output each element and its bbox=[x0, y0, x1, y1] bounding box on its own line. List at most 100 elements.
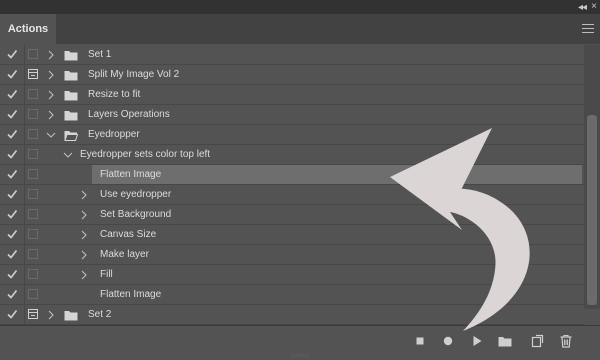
folder-icon bbox=[64, 49, 78, 61]
action-set-row[interactable]: Resize to fit bbox=[0, 85, 584, 105]
chevron-right-icon[interactable] bbox=[79, 189, 89, 201]
dialog-toggle-icon[interactable] bbox=[28, 249, 38, 259]
chevron-down-icon[interactable] bbox=[46, 129, 56, 141]
column-divider bbox=[24, 85, 25, 105]
chevron-right-icon[interactable] bbox=[46, 309, 56, 321]
dialog-toggle-icon[interactable] bbox=[28, 129, 38, 139]
action-set-row[interactable]: Set 1 bbox=[0, 45, 584, 65]
scrollbar-thumb[interactable] bbox=[587, 115, 597, 305]
chevron-right-icon[interactable] bbox=[79, 269, 89, 281]
row-label: Layers Operations bbox=[88, 109, 170, 120]
chevron-right-icon[interactable] bbox=[79, 209, 89, 221]
checkmark-icon[interactable] bbox=[6, 108, 18, 120]
row-label: Split My Image Vol 2 bbox=[88, 69, 180, 80]
action-step-row[interactable]: Flatten Image bbox=[0, 285, 584, 305]
action-set-row[interactable]: Set 2 bbox=[0, 305, 584, 325]
checkmark-icon[interactable] bbox=[6, 288, 18, 300]
actions-list: Set 1 Split My Image Vol 2 Resize to fit La… bbox=[0, 45, 584, 325]
checkmark-icon[interactable] bbox=[6, 228, 18, 240]
record-icon bbox=[441, 336, 455, 351]
column-divider bbox=[24, 265, 25, 285]
collapse-panel-icon[interactable]: ◂◂ bbox=[578, 2, 587, 13]
action-set-row[interactable]: Eyedropper bbox=[0, 125, 584, 145]
checkmark-icon[interactable] bbox=[6, 148, 18, 160]
folder-icon bbox=[64, 109, 78, 121]
tab-bar: Actions bbox=[0, 14, 600, 44]
checkmark-icon[interactable] bbox=[6, 168, 18, 180]
row-label: Set 2 bbox=[88, 309, 112, 320]
checkmark-icon[interactable] bbox=[6, 68, 18, 80]
dialog-toggle-icon[interactable] bbox=[28, 69, 38, 79]
column-divider bbox=[24, 285, 25, 305]
row-label: Set 1 bbox=[88, 49, 112, 60]
action-set-row[interactable]: Split My Image Vol 2 bbox=[0, 65, 584, 85]
stop-button[interactable] bbox=[413, 334, 427, 348]
column-divider bbox=[24, 125, 25, 145]
action-set-row[interactable]: Layers Operations bbox=[0, 105, 584, 125]
checkmark-icon[interactable] bbox=[6, 208, 18, 220]
checkmark-icon[interactable] bbox=[6, 188, 18, 200]
row-label: Fill bbox=[100, 269, 113, 280]
column-divider bbox=[24, 185, 25, 205]
actions-panel: ◂◂ × Actions Set 1 Split My Image Vol 2 Re… bbox=[0, 0, 600, 360]
folder-open-icon bbox=[64, 129, 79, 141]
panel-menu-icon[interactable] bbox=[582, 21, 594, 35]
row-label: Set Background bbox=[100, 209, 172, 220]
dialog-toggle-icon[interactable] bbox=[28, 49, 38, 59]
action-step-row[interactable]: Set Background bbox=[0, 205, 584, 225]
dialog-toggle-icon[interactable] bbox=[28, 269, 38, 279]
folder-icon bbox=[498, 337, 512, 351]
new-icon bbox=[530, 334, 544, 351]
checkmark-icon[interactable] bbox=[6, 128, 18, 140]
dialog-toggle-icon[interactable] bbox=[28, 209, 38, 219]
row-label: Flatten Image bbox=[100, 289, 162, 300]
chevron-right-icon[interactable] bbox=[46, 89, 56, 101]
checkmark-icon[interactable] bbox=[6, 48, 18, 60]
dialog-toggle-icon[interactable] bbox=[28, 289, 38, 299]
row-label: Eyedropper bbox=[88, 129, 140, 140]
chevron-right-icon[interactable] bbox=[79, 229, 89, 241]
new-set-button[interactable] bbox=[498, 334, 512, 348]
trash-icon bbox=[559, 334, 573, 351]
panel-top-strip: ◂◂ × bbox=[0, 0, 600, 14]
dialog-toggle-icon[interactable] bbox=[28, 229, 38, 239]
checkmark-icon[interactable] bbox=[6, 248, 18, 260]
row-label: Eyedropper sets color top left bbox=[80, 149, 211, 160]
column-divider bbox=[24, 245, 25, 265]
action-step-row[interactable]: Fill bbox=[0, 265, 584, 285]
folder-icon bbox=[64, 69, 78, 81]
column-divider bbox=[24, 65, 25, 85]
dialog-toggle-icon[interactable] bbox=[28, 169, 38, 179]
tab-actions[interactable]: Actions bbox=[0, 14, 56, 44]
checkmark-icon[interactable] bbox=[6, 268, 18, 280]
row-label: Canvas Size bbox=[100, 229, 157, 240]
scrollbar[interactable] bbox=[584, 45, 600, 309]
chevron-right-icon[interactable] bbox=[79, 249, 89, 261]
row-label: Flatten Image bbox=[100, 169, 162, 180]
dialog-toggle-icon[interactable] bbox=[28, 149, 38, 159]
record-button[interactable] bbox=[441, 334, 455, 348]
resize-grip[interactable] bbox=[290, 354, 310, 358]
checkmark-icon[interactable] bbox=[6, 88, 18, 100]
delete-button[interactable] bbox=[559, 334, 573, 348]
chevron-right-icon[interactable] bbox=[46, 49, 56, 61]
chevron-down-icon[interactable] bbox=[63, 149, 73, 161]
dialog-toggle-icon[interactable] bbox=[28, 309, 38, 319]
column-divider bbox=[24, 305, 25, 325]
dialog-toggle-icon[interactable] bbox=[28, 189, 38, 199]
action-step-row[interactable]: Canvas Size bbox=[0, 225, 584, 245]
action-step-row[interactable]: Make layer bbox=[0, 245, 584, 265]
play-button[interactable] bbox=[470, 334, 484, 348]
action-row[interactable]: Eyedropper sets color top left bbox=[0, 145, 584, 165]
column-divider bbox=[24, 225, 25, 245]
new-action-button[interactable] bbox=[530, 334, 544, 348]
checkmark-icon[interactable] bbox=[6, 308, 18, 320]
dialog-toggle-icon[interactable] bbox=[28, 109, 38, 119]
chevron-right-icon[interactable] bbox=[46, 69, 56, 81]
close-panel-icon[interactable]: × bbox=[591, 1, 597, 12]
action-step-row[interactable]: Flatten Image bbox=[0, 165, 584, 185]
action-step-row[interactable]: Use eyedropper bbox=[0, 185, 584, 205]
dialog-toggle-icon[interactable] bbox=[28, 89, 38, 99]
chevron-right-icon[interactable] bbox=[46, 109, 56, 121]
folder-icon bbox=[64, 89, 78, 101]
